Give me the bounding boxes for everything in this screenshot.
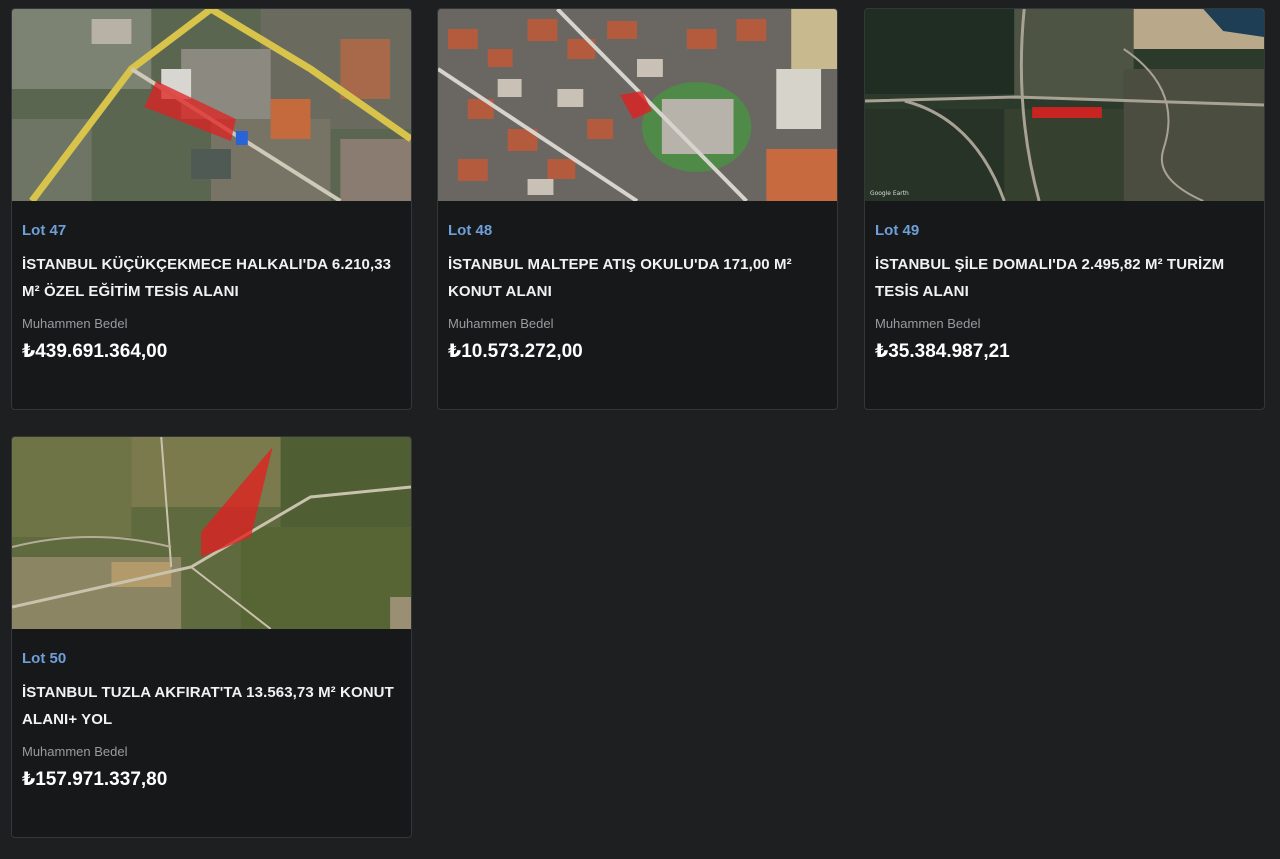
lot-number: Lot 47: [22, 222, 67, 239]
price-label: Muhammen Bedel: [22, 744, 128, 759]
price-value: ₺35.384.987,21: [875, 341, 1010, 362]
lot-number: Lot 50: [22, 650, 67, 667]
lot-card-50[interactable]: Lot 50 İSTANBUL TUZLA AKFIRAT'TA 13.563,…: [11, 436, 412, 838]
aerial-map-image: [438, 9, 837, 201]
lot-title[interactable]: İSTANBUL MALTEPE ATIŞ OKULU'DA 171,00 M²…: [448, 251, 827, 305]
price-value: ₺157.971.337,80: [22, 769, 168, 790]
price-label: Muhammen Bedel: [448, 316, 554, 331]
lots-grid: Lot 47 İSTANBUL KÜÇÜKÇEKMECE HALKALI'DA …: [0, 0, 1280, 859]
lot-card-48[interactable]: Lot 48 İSTANBUL MALTEPE ATIŞ OKULU'DA 17…: [437, 8, 838, 410]
lot-title[interactable]: İSTANBUL TUZLA AKFIRAT'TA 13.563,73 M² K…: [22, 679, 401, 733]
lot-title[interactable]: İSTANBUL ŞİLE DOMALI'DA 2.495,82 M² TURİ…: [875, 251, 1254, 305]
lot-card-47[interactable]: Lot 47 İSTANBUL KÜÇÜKÇEKMECE HALKALI'DA …: [11, 8, 412, 410]
price-value: ₺439.691.364,00: [22, 341, 168, 362]
lot-image-49[interactable]: Google Earth: [865, 9, 1264, 201]
price-label: Muhammen Bedel: [875, 316, 981, 331]
lot-number: Lot 49: [875, 222, 920, 239]
aerial-map-image: [12, 9, 411, 201]
lot-image-48[interactable]: [438, 9, 837, 201]
price-value: ₺10.573.272,00: [448, 341, 583, 362]
svg-text:Google Earth: Google Earth: [870, 190, 909, 197]
aerial-map-image: Google Earth: [865, 9, 1264, 201]
lot-title[interactable]: İSTANBUL KÜÇÜKÇEKMECE HALKALI'DA 6.210,3…: [22, 251, 401, 305]
aerial-map-image: [12, 437, 411, 629]
lot-card-49[interactable]: Google Earth Lot 49 İSTANBUL ŞİLE DOMALI…: [864, 8, 1265, 410]
price-label: Muhammen Bedel: [22, 316, 128, 331]
lot-number: Lot 48: [448, 222, 493, 239]
lot-image-47[interactable]: [12, 9, 411, 201]
lot-image-50[interactable]: [12, 437, 411, 629]
